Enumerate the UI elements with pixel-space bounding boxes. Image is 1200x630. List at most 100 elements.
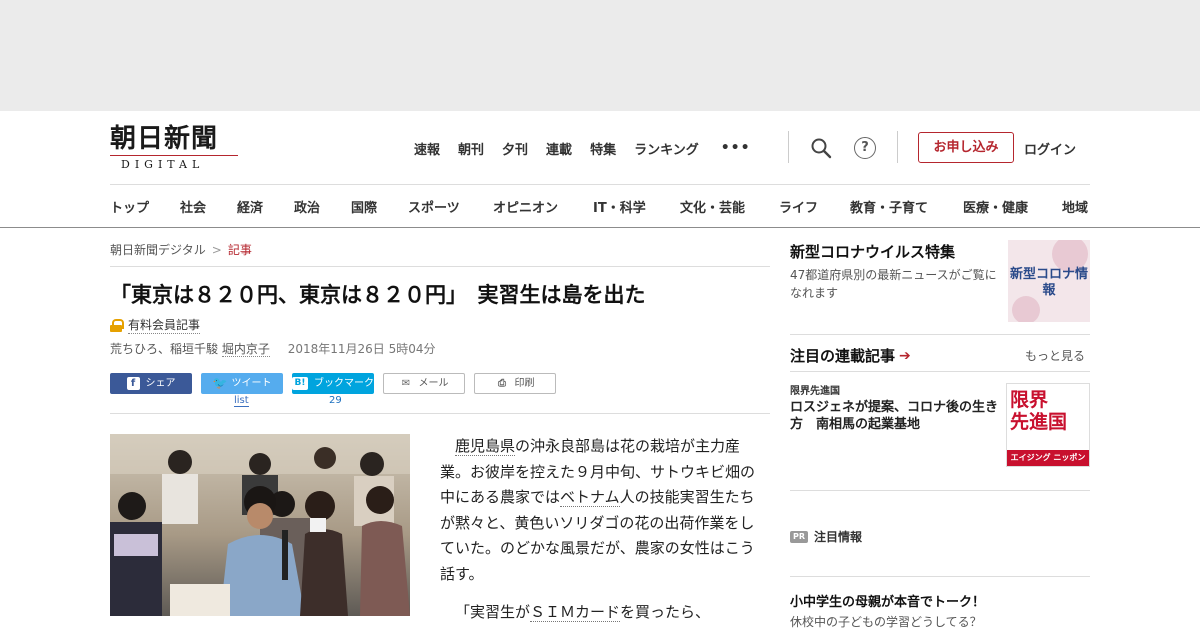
series-badge-title: 限界 先進国 <box>1010 389 1067 433</box>
lock-icon <box>110 318 124 332</box>
paragraph-text: を買ったら、 <box>620 602 711 621</box>
share-buttons: f シェア 🐦 ツイート B! ブックマーク ✉ メール ⎙ 印刷 <box>110 373 565 394</box>
nav-yuukan[interactable]: 夕刊 <box>502 139 528 158</box>
logo-subtitle: DIGITAL <box>121 158 205 171</box>
cat-sports[interactable]: スポーツ <box>408 197 493 216</box>
twitter-bird-icon: 🐦 <box>212 376 228 390</box>
twitter-list-link[interactable]: list <box>234 395 249 407</box>
article-paragraph: 鹿児島県の沖永良部島は花の栽培が主力産業。お彼岸を控えた９月中旬、サトウキビ畑の… <box>440 434 760 588</box>
print-icon: ⎙ <box>498 378 506 389</box>
breadcrumb-separator: > <box>211 243 222 257</box>
photo-illustration <box>110 434 410 616</box>
nav-choukan[interactable]: 朝刊 <box>458 139 484 158</box>
cat-economy[interactable]: 経済 <box>237 197 294 216</box>
article-headline: 「東京は８２０円、東京は８２０円」 実習生は島を出た <box>110 283 646 307</box>
top-nav: 速報 朝刊 夕刊 連載 特集 ランキング ••• <box>414 137 751 159</box>
divider <box>790 371 1090 372</box>
cat-top[interactable]: トップ <box>110 197 180 216</box>
nav-tokushu[interactable]: 特集 <box>590 139 616 158</box>
category-nav: トップ 社会 経済 政治 国際 スポーツ オピニオン IT・科学 文化・芸能 ラ… <box>110 197 1092 216</box>
nav-rensai[interactable]: 連載 <box>546 139 572 158</box>
logo-wordmark: 朝日新聞 <box>110 124 219 154</box>
twitter-share-label: ツイート <box>231 378 272 389</box>
promo-link-subtitle[interactable]: 休校中の子どもの学習どうしてる？ <box>790 613 982 630</box>
cat-it-science[interactable]: IT・科学 <box>593 197 680 216</box>
mail-icon: ✉ <box>401 378 411 389</box>
breadcrumb: 朝日新聞デジタル > 記事 <box>110 241 252 258</box>
mail-label: メール <box>418 378 449 389</box>
corona-feature-badge[interactable]: 新型コロナ情報 <box>1008 240 1090 322</box>
featured-series-title: 注目の連載記事 <box>790 347 896 365</box>
author-names: 荒ちひろ、稲垣千駿 <box>110 342 219 356</box>
cat-health[interactable]: 医療・健康 <box>963 197 1062 216</box>
series-badge-footer: エイジング ニッポン <box>1007 450 1089 466</box>
divider <box>790 490 1090 491</box>
series-label: 限界先進国 <box>790 386 840 397</box>
pr-badge: PR <box>790 530 809 543</box>
see-more-link[interactable]: もっと見る <box>1025 347 1085 364</box>
header-divider <box>788 131 789 163</box>
cat-society[interactable]: 社会 <box>180 197 237 216</box>
mail-share-button[interactable]: ✉ メール <box>383 373 465 394</box>
article-paragraph: 「実習生がＳＩＭカードを買ったら、 <box>440 600 760 626</box>
keyword-link[interactable]: ＳＩＭカード <box>530 602 621 622</box>
series-badge-line1: 限界 <box>1010 389 1049 411</box>
pr-section-heading: PR 注目情報 <box>790 528 862 545</box>
twitter-share-button[interactable]: 🐦 ツイート <box>201 373 283 394</box>
featured-series-heading[interactable]: 注目の連載記事 ➔ <box>790 345 911 366</box>
author-link[interactable]: 堀内京子 <box>221 342 270 357</box>
logo-rule <box>110 155 238 156</box>
more-menu-icon[interactable]: ••• <box>721 140 751 156</box>
article-body: 鹿児島県の沖永良部島は花の栽培が主力産業。お彼岸を控えた９月中旬、サトウキビ畑の… <box>440 434 760 630</box>
breadcrumb-current[interactable]: 記事 <box>228 243 252 257</box>
cat-culture[interactable]: 文化・芸能 <box>680 197 779 216</box>
ad-banner-area <box>0 0 1200 111</box>
pr-section-title: 注目情報 <box>814 530 863 544</box>
series-article-link[interactable]: ロスジェネが提案、コロナ後の生き方 南相馬の起業基地 <box>790 399 1004 433</box>
cat-education[interactable]: 教育・子育て <box>850 197 963 216</box>
cat-international[interactable]: 国際 <box>351 197 408 216</box>
facebook-icon: f <box>126 377 140 390</box>
site-header: 朝日新聞 DIGITAL 速報 朝刊 夕刊 連載 特集 ランキング ••• ? … <box>0 111 1200 228</box>
header-separator <box>110 184 1090 185</box>
series-badge[interactable]: 限界 先進国 エイジング ニッポン <box>1006 383 1090 467</box>
print-button[interactable]: ⎙ 印刷 <box>474 373 556 394</box>
divider <box>110 413 770 414</box>
help-icon[interactable]: ? <box>854 137 876 159</box>
series-badge-line2: 先進国 <box>1010 411 1068 433</box>
hatena-icon: B! <box>292 377 308 390</box>
cat-politics[interactable]: 政治 <box>294 197 351 216</box>
hatena-bookmark-count[interactable]: 29 <box>329 395 342 407</box>
search-icon[interactable] <box>810 137 832 159</box>
print-label: 印刷 <box>514 378 535 389</box>
promo-link-title[interactable]: 小中学生の母親が本音でトーク！ <box>790 591 985 610</box>
divider <box>110 266 770 267</box>
keyword-link[interactable]: ベトナム <box>560 488 620 508</box>
corona-badge-label: 新型コロナ情報 <box>1009 267 1088 298</box>
article-photo[interactable] <box>110 434 410 616</box>
facebook-share-button[interactable]: f シェア <box>110 373 192 394</box>
cat-local[interactable]: 地域 <box>1062 197 1092 216</box>
login-link[interactable]: ログイン <box>1024 139 1076 158</box>
member-only-label[interactable]: 有料会員記事 <box>128 316 201 334</box>
keyword-link[interactable]: 鹿児島県 <box>455 437 516 456</box>
byline: 荒ちひろ、稲垣千駿 堀内京子 2018年11月26日 5時04分 <box>110 340 436 357</box>
divider <box>790 576 1090 577</box>
divider <box>790 334 1090 335</box>
member-only-tag: 有料会員記事 <box>110 316 201 334</box>
corona-feature-description[interactable]: 47都道府県別の最新ニュースがご覧になれます <box>790 266 1004 302</box>
publish-date: 2018年11月26日 5時04分 <box>287 342 436 356</box>
header-divider <box>897 131 898 163</box>
facebook-share-label: シェア <box>145 378 176 389</box>
breadcrumb-home[interactable]: 朝日新聞デジタル <box>110 243 206 257</box>
subscribe-button[interactable]: お申し込み <box>918 132 1014 163</box>
cat-opinion[interactable]: オピニオン <box>493 197 593 216</box>
arrow-right-icon: ➔ <box>899 347 911 364</box>
hatena-bookmark-label: ブックマーク <box>314 378 374 389</box>
hatena-bookmark-button[interactable]: B! ブックマーク <box>292 373 374 394</box>
share-counts: list 29 <box>110 395 410 409</box>
nav-ranking[interactable]: ランキング <box>634 139 699 158</box>
nav-sokuhou[interactable]: 速報 <box>414 139 440 158</box>
site-logo[interactable]: 朝日新聞 DIGITAL <box>110 125 240 171</box>
cat-life[interactable]: ライフ <box>779 197 850 216</box>
